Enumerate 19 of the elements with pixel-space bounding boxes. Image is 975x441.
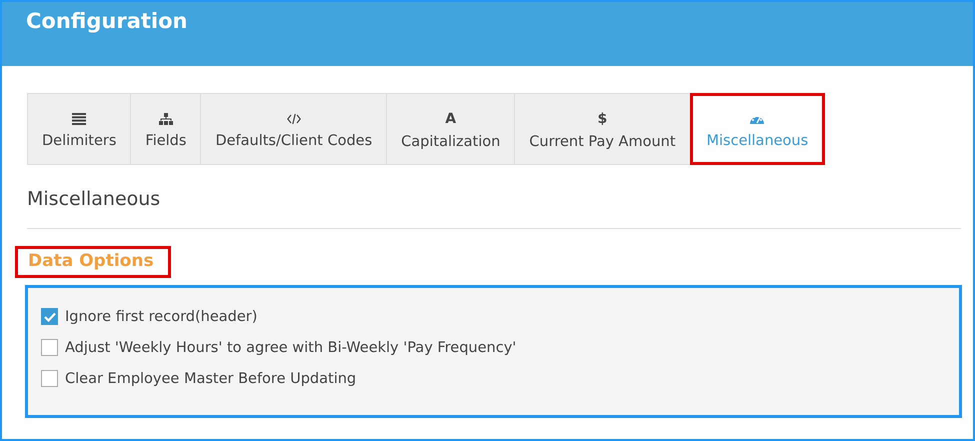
subsection-title: Data Options	[28, 251, 154, 271]
page-title: Configuration	[26, 9, 188, 33]
tab[interactable]: Fields	[130, 93, 200, 165]
checkbox-label: Clear Employee Master Before Updating	[65, 370, 356, 386]
checkbox[interactable]	[41, 370, 58, 387]
letter-icon: A	[445, 112, 456, 126]
code-icon	[286, 113, 301, 125]
checkbox[interactable]	[41, 308, 58, 325]
letter-icon: $	[598, 112, 608, 126]
checkbox-label: Ignore first record(header)	[65, 308, 258, 324]
checkbox[interactable]	[41, 339, 58, 356]
tab[interactable]: A Capitalization	[386, 93, 514, 165]
checkbox-label: Adjust 'Weekly Hours' to agree with Bi-Weekly 'Pay Frequency'	[65, 340, 516, 356]
list-icon	[72, 113, 86, 125]
sitemap-icon	[158, 113, 173, 125]
tab[interactable]: $ Current Pay Amount	[514, 93, 690, 165]
tab[interactable]: Delimiters	[27, 93, 130, 165]
section-heading: Miscellaneous	[27, 188, 162, 210]
tab[interactable]: Defaults/Client Codes	[200, 93, 386, 165]
